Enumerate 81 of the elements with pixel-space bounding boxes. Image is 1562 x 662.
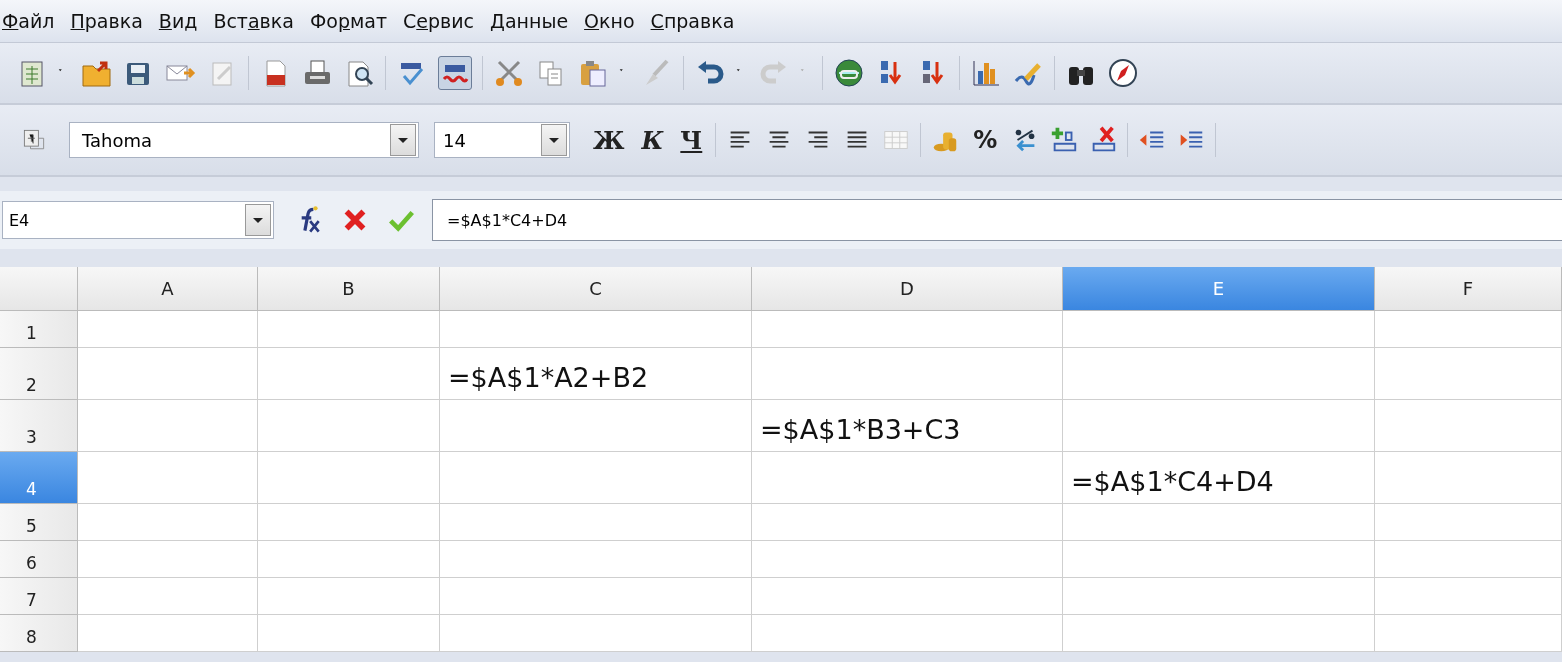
table-cell[interactable] (440, 578, 752, 615)
table-cell[interactable] (1375, 541, 1562, 578)
menu-item[interactable]: Формат (309, 10, 397, 32)
row-header[interactable]: 2 (0, 348, 78, 400)
menu-item[interactable]: Окно (584, 10, 645, 32)
column-header[interactable]: D (752, 267, 1063, 311)
menu-item[interactable]: Данные (490, 10, 579, 32)
formula-input-field[interactable]: =$A$1*C4+D4 (432, 199, 1562, 241)
italic-button[interactable]: К (637, 125, 668, 155)
table-cell[interactable] (1063, 348, 1375, 400)
table-cell[interactable] (440, 400, 752, 452)
table-cell[interactable] (258, 578, 440, 615)
table-cell[interactable] (440, 615, 752, 652)
column-header[interactable]: F (1375, 267, 1562, 311)
menu-item[interactable]: Справка (650, 10, 745, 32)
percent-button[interactable]: % (969, 126, 1002, 154)
table-cell[interactable] (78, 615, 258, 652)
table-cell[interactable] (78, 400, 258, 452)
table-cell[interactable] (78, 348, 258, 400)
table-cell[interactable] (1375, 615, 1562, 652)
column-header[interactable]: B (258, 267, 440, 311)
table-cell[interactable] (1063, 578, 1375, 615)
table-cell[interactable] (1375, 452, 1562, 504)
underline-button[interactable]: Ч (676, 125, 707, 155)
bold-button[interactable]: Ж (589, 125, 629, 155)
row-header[interactable]: 6 (0, 541, 78, 578)
table-cell[interactable] (1375, 504, 1562, 541)
menu-item[interactable]: Вид (158, 10, 208, 32)
menu-item[interactable]: Вставка (213, 10, 304, 32)
autospellcheck-icon[interactable] (438, 56, 472, 90)
table-cell[interactable] (1375, 311, 1562, 348)
table-cell[interactable]: =$A$1*A2+B2 (440, 348, 752, 400)
table-cell[interactable] (1375, 578, 1562, 615)
row-header[interactable]: 7 (0, 578, 78, 615)
row-header[interactable]: 1 (0, 311, 78, 348)
table-cell[interactable] (258, 541, 440, 578)
corner-header[interactable] (0, 267, 78, 311)
table-cell[interactable]: =$A$1*C4+D4 (1063, 452, 1375, 504)
row-header[interactable]: 5 (0, 504, 78, 541)
table-cell[interactable]: =$A$1*B3+C3 (752, 400, 1063, 452)
table-cell[interactable] (752, 578, 1063, 615)
table-cell[interactable] (78, 504, 258, 541)
menu-item[interactable]: Правка (70, 10, 153, 32)
globe-link-icon[interactable] (833, 57, 865, 89)
table-cell[interactable] (1063, 541, 1375, 578)
table-cell[interactable] (1063, 615, 1375, 652)
table-cell[interactable] (1375, 400, 1562, 452)
table-cell[interactable] (258, 615, 440, 652)
table-cell[interactable] (258, 400, 440, 452)
table-cell[interactable] (752, 504, 1063, 541)
compass-icon[interactable] (1107, 57, 1139, 89)
table-cell[interactable] (258, 452, 440, 504)
table-cell[interactable] (752, 615, 1063, 652)
table-cell[interactable] (752, 452, 1063, 504)
table-cell[interactable] (1063, 400, 1375, 452)
table-cell[interactable] (78, 452, 258, 504)
column-header[interactable]: C (440, 267, 752, 311)
column-header[interactable]: A (78, 267, 258, 311)
table-cell[interactable] (440, 504, 752, 541)
table-cell[interactable] (258, 311, 440, 348)
table-cell[interactable] (78, 311, 258, 348)
table-cell[interactable] (752, 348, 1063, 400)
row-header[interactable]: 8 (0, 615, 78, 652)
row-header[interactable]: 3 (0, 400, 78, 452)
table-cell[interactable] (258, 348, 440, 400)
table-cell[interactable] (752, 311, 1063, 348)
font-name-field[interactable]: Tahoma (69, 122, 419, 158)
name-box[interactable]: E4 (2, 201, 274, 239)
table-cell[interactable] (1063, 504, 1375, 541)
table-cell[interactable] (752, 541, 1063, 578)
table-cell[interactable] (1375, 348, 1562, 400)
menu-item[interactable]: Сервис (403, 10, 485, 32)
menu-item[interactable]: Файл (2, 10, 65, 32)
table-cell[interactable] (258, 504, 440, 541)
table-cell[interactable] (78, 541, 258, 578)
table-cell[interactable] (440, 452, 752, 504)
table-cell[interactable] (440, 541, 752, 578)
table-cell[interactable] (440, 311, 752, 348)
table-cell[interactable] (1063, 311, 1375, 348)
font-size-field[interactable]: 14 (434, 122, 570, 158)
table-cell[interactable] (78, 578, 258, 615)
